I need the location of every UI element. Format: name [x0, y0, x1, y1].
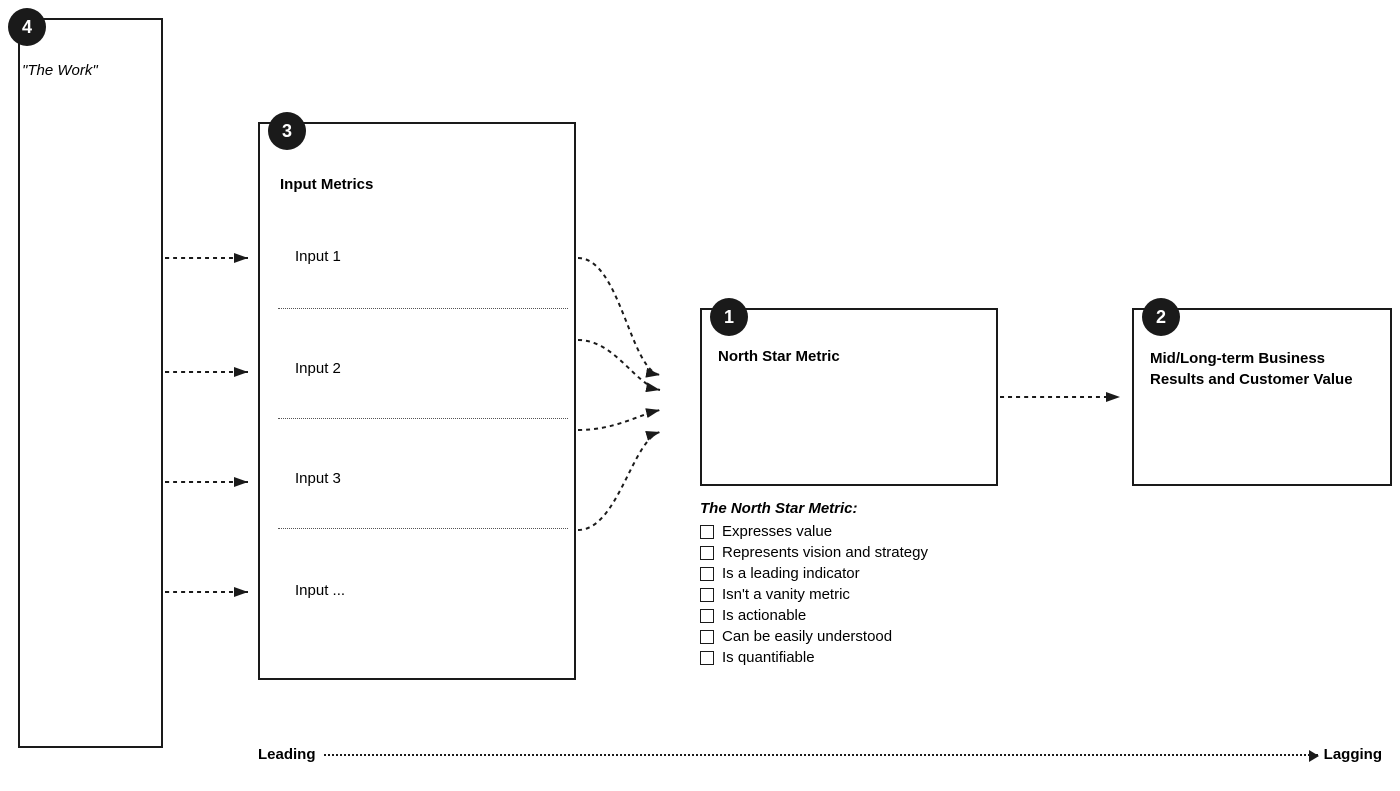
- criteria-text-5: Can be easily understood: [722, 628, 892, 645]
- criteria-item-3: Isn't a vanity metric: [700, 586, 928, 603]
- checkbox-6: [700, 651, 714, 665]
- criteria-item-4: Is actionable: [700, 607, 928, 624]
- work-label: "The Work": [22, 62, 98, 79]
- input-3: Input 3: [295, 470, 341, 487]
- input-1: Input 1: [295, 248, 341, 265]
- north-star-label: North Star Metric: [718, 348, 840, 365]
- lagging-label: Lagging: [1324, 746, 1382, 763]
- checkbox-4: [700, 609, 714, 623]
- criteria-text-6: Is quantifiable: [722, 649, 815, 666]
- criteria-text-3: Isn't a vanity metric: [722, 586, 850, 603]
- north-star-box: [700, 308, 998, 486]
- criteria-text-2: Is a leading indicator: [722, 565, 860, 582]
- criteria-item-6: Is quantifiable: [700, 649, 928, 666]
- checkbox-3: [700, 588, 714, 602]
- badge-4: 4: [8, 8, 46, 46]
- criteria-text-1: Represents vision and strategy: [722, 544, 928, 561]
- mid-long-label: Mid/Long-term Business Results and Custo…: [1150, 348, 1370, 390]
- mid-long-box: [1132, 308, 1392, 486]
- sep-1: [278, 308, 568, 309]
- criteria-item-2: Is a leading indicator: [700, 565, 928, 582]
- input-ellipsis: Input ...: [295, 582, 345, 599]
- sep-2: [278, 418, 568, 419]
- leading-label: Leading: [258, 746, 316, 763]
- checkbox-2: [700, 567, 714, 581]
- checkbox-5: [700, 630, 714, 644]
- input-2: Input 2: [295, 360, 341, 377]
- criteria-item-5: Can be easily understood: [700, 628, 928, 645]
- leading-lagging-bar: Leading Lagging: [258, 746, 1382, 763]
- leading-lagging-line: [324, 754, 1318, 756]
- input-metrics-label: Input Metrics: [280, 176, 373, 193]
- criteria-text-0: Expresses value: [722, 523, 832, 540]
- checkbox-0: [700, 525, 714, 539]
- criteria-item-0: Expresses value: [700, 523, 928, 540]
- canvas: 4 "The Work" 3 Input Metrics Input 1 Inp…: [0, 0, 1400, 791]
- checkbox-1: [700, 546, 714, 560]
- nsm-criteria: The North Star Metric: Expresses value R…: [700, 500, 928, 670]
- nsm-criteria-title: The North Star Metric:: [700, 500, 928, 517]
- sep-3: [278, 528, 568, 529]
- badge-2: 2: [1142, 298, 1180, 336]
- criteria-text-4: Is actionable: [722, 607, 806, 624]
- work-box: [18, 18, 163, 748]
- badge-3: 3: [268, 112, 306, 150]
- badge-1: 1: [710, 298, 748, 336]
- criteria-item-1: Represents vision and strategy: [700, 544, 928, 561]
